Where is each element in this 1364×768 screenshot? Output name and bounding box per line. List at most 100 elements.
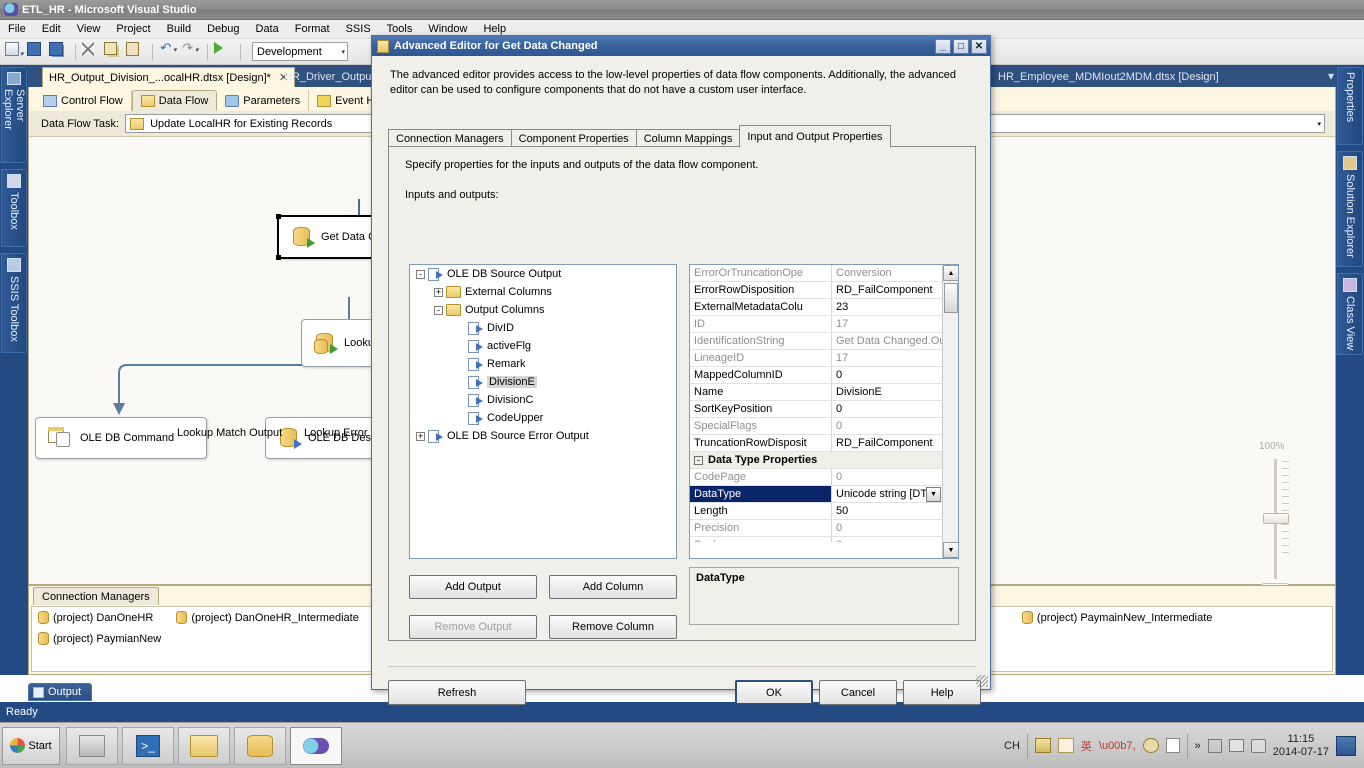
property-value[interactable]: RD_FailComponent <box>832 282 942 298</box>
ime-menu-icon[interactable] <box>1165 738 1180 753</box>
minimize-button[interactable]: _ <box>935 38 951 54</box>
volume-muted-icon[interactable] <box>1250 738 1266 753</box>
tree-node-divisionc[interactable]: DivisionC <box>410 391 676 409</box>
chevron-down-icon[interactable]: ▼ <box>926 486 941 502</box>
zoom-thumb[interactable] <box>1263 513 1289 524</box>
show-hidden-icons-icon[interactable]: » <box>1195 740 1201 752</box>
property-value[interactable]: 0 <box>832 401 942 417</box>
table-row[interactable]: SpecialFlags 0 <box>690 418 942 435</box>
chevron-down-icon[interactable]: ▾ <box>1317 120 1321 128</box>
tree-node-ole-db-source-error-output[interactable]: + OLE DB Source Error Output <box>410 427 676 445</box>
ime-punctuation-icon[interactable]: \u00b7, <box>1099 740 1136 752</box>
menu-item-debug[interactable]: Debug <box>199 21 247 37</box>
ime-mode-label[interactable]: 英 <box>1081 738 1092 754</box>
datatype-value[interactable]: Unicode string [DT_WS <box>832 486 926 502</box>
tree-node-output-columns[interactable]: - Output Columns <box>410 301 676 319</box>
remove-column-button[interactable]: Remove Column <box>549 615 677 639</box>
menu-item-project[interactable]: Project <box>108 21 158 37</box>
tab-control-flow[interactable]: Control Flow <box>35 90 132 111</box>
resize-grip[interactable] <box>976 675 988 687</box>
dock-tab-properties[interactable]: Properties <box>1337 67 1363 145</box>
taskbar-item-powershell[interactable]: >_ <box>122 726 174 765</box>
table-row[interactable]: ExternalMetadataColu 23 <box>690 299 942 316</box>
ime-language-indicator[interactable]: CH <box>1004 740 1020 752</box>
doc-tab-hr-employee-mdm[interactable]: HR_Employee_MDMIout2MDM.dtsx [Design] <box>992 67 1225 87</box>
scroll-up-icon[interactable]: ▲ <box>943 265 958 281</box>
scroll-down-icon[interactable]: ▼ <box>943 542 958 558</box>
ok-button[interactable]: OK <box>735 680 813 705</box>
show-desktop-icon[interactable] <box>1336 735 1356 756</box>
ime-pad-icon[interactable] <box>1057 738 1074 753</box>
property-value[interactable]: 0 <box>832 367 942 383</box>
table-row[interactable]: Length 50 <box>690 503 942 520</box>
property-value[interactable]: 50 <box>832 503 942 519</box>
dock-tab-ssis-toolbox[interactable]: SSIS Toolbox <box>1 253 27 353</box>
connection-manager-item[interactable]: (project) PaymianNew <box>38 632 161 645</box>
solution-configuration-combo[interactable]: Development ▾ <box>252 42 348 61</box>
doc-tab-hr-driver-output[interactable]: HR_Driver_Output <box>278 67 380 87</box>
expander-icon[interactable]: - <box>694 455 703 465</box>
refresh-button[interactable]: Refresh <box>388 680 526 705</box>
add-column-button[interactable]: Add Column <box>549 575 677 599</box>
maximize-button[interactable]: □ <box>953 38 969 54</box>
table-row[interactable]: TruncationRowDisposit RD_FailComponent <box>690 435 942 452</box>
tab-data-flow[interactable]: Data Flow <box>131 90 218 111</box>
add-output-button[interactable]: Add Output <box>409 575 537 599</box>
connection-manager-item[interactable]: (project) DanOneHR_Intermediate <box>176 611 359 624</box>
tree-node-divisione[interactable]: DivisionE <box>410 373 676 391</box>
ime-tools-icon[interactable] <box>1142 738 1159 753</box>
save-icon[interactable] <box>27 41 47 62</box>
tab-parameters[interactable]: Parameters <box>217 90 310 111</box>
scrollbar-thumb[interactable] <box>944 283 958 313</box>
expander-icon[interactable]: + <box>416 431 425 441</box>
tab-input-and-output-properties[interactable]: Input and Output Properties <box>739 125 891 148</box>
menu-item-format[interactable]: Format <box>287 21 338 37</box>
tree-node-external-columns[interactable]: + External Columns <box>410 283 676 301</box>
dock-tab-class-view[interactable]: Class View <box>1337 273 1363 355</box>
network-icon[interactable] <box>1228 739 1244 752</box>
start-debug-icon[interactable] <box>214 41 234 62</box>
property-grid[interactable]: ErrorOrTruncationOpe Conversion ErrorRow… <box>689 264 959 559</box>
menu-item-data[interactable]: Data <box>248 21 287 37</box>
tab-connection-managers[interactable]: Connection Managers <box>33 587 159 605</box>
table-row[interactable]: Precision 0 <box>690 520 942 537</box>
table-row[interactable]: ErrorOrTruncationOpe Conversion <box>690 265 942 282</box>
start-button[interactable]: Start <box>2 726 60 765</box>
redo-icon[interactable]: ↷ ▾ <box>181 41 201 62</box>
menu-item-edit[interactable]: Edit <box>34 21 69 37</box>
property-value[interactable]: DivisionE <box>832 384 942 400</box>
tree-node-codeupper[interactable]: CodeUpper <box>410 409 676 427</box>
tree-node-ole-db-source-output[interactable]: - OLE DB Source Output <box>410 265 676 283</box>
tree-node-divid[interactable]: DivID <box>410 319 676 337</box>
dock-tab-solution-explorer[interactable]: Solution Explorer <box>1337 151 1363 267</box>
menu-item-file[interactable]: File <box>0 21 34 37</box>
inputs-outputs-tree[interactable]: - OLE DB Source Output + External Column… <box>409 264 677 559</box>
connection-manager-item[interactable]: (project) PaymainNew_Intermediate <box>1021 611 1212 624</box>
copy-icon[interactable] <box>104 41 124 62</box>
ime-keyboard-icon[interactable] <box>1034 738 1051 753</box>
property-grid-scrollbar[interactable]: ▲ ▼ <box>942 265 958 558</box>
table-row[interactable]: SortKeyPosition 0 <box>690 401 942 418</box>
paste-icon[interactable] <box>126 41 146 62</box>
table-row[interactable]: ID 17 <box>690 316 942 333</box>
property-value[interactable]: 23 <box>832 299 942 315</box>
table-row[interactable]: ErrorRowDisposition RD_FailComponent <box>690 282 942 299</box>
menu-item-view[interactable]: View <box>69 21 109 37</box>
table-row[interactable]: CodePage 0 <box>690 469 942 486</box>
doc-tab-overflow-icon[interactable]: ▾ <box>1328 69 1334 83</box>
menu-item-build[interactable]: Build <box>159 21 199 37</box>
table-row[interactable]: MappedColumnID 0 <box>690 367 942 384</box>
expander-icon[interactable]: - <box>434 305 443 315</box>
table-row[interactable]: LineageID 17 <box>690 350 942 367</box>
connection-manager-item[interactable]: (project) DanOneHR <box>38 611 153 624</box>
undo-icon[interactable]: ↶ ▾ <box>159 41 179 62</box>
save-all-icon[interactable] <box>49 41 69 62</box>
property-row-datatype[interactable]: DataType Unicode string [DT_WS ▼ <box>690 486 942 503</box>
taskbar-item-ssms[interactable] <box>234 726 286 765</box>
table-row[interactable]: IdentificationString Get Data Changed.Ou… <box>690 333 942 350</box>
clock[interactable]: 11:15 2014-07-17 <box>1273 733 1329 759</box>
new-project-icon[interactable]: ▾ <box>5 41 25 62</box>
property-category-data-type-properties[interactable]: - Data Type Properties <box>690 452 942 469</box>
tree-node-remark[interactable]: Remark <box>410 355 676 373</box>
zoom-slider[interactable]: 100% <box>1253 441 1299 607</box>
